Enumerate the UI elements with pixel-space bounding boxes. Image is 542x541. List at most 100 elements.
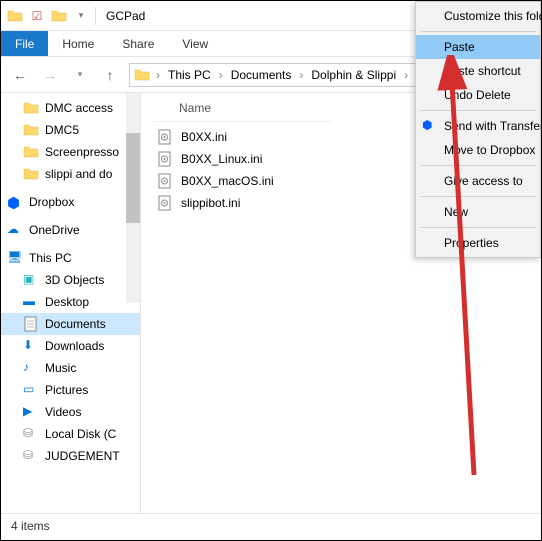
sidebar-label: Dropbox — [29, 195, 74, 209]
column-header-name[interactable]: Name — [153, 99, 333, 122]
file-name: B0XX_macOS.ini — [181, 174, 274, 188]
downloads-icon: ⬇ — [23, 338, 39, 354]
ctx-new[interactable]: New — [416, 200, 540, 224]
chevron-right-icon[interactable]: › — [297, 68, 305, 82]
recent-dropdown-icon[interactable]: ▾ — [69, 64, 91, 86]
ctx-customize[interactable]: Customize this fold — [416, 4, 540, 28]
sidebar-label: Music — [45, 361, 76, 375]
pictures-icon: ▭ — [23, 382, 39, 398]
sidebar-item[interactable]: ▣ 3D Objects — [1, 269, 140, 291]
folder-icon — [23, 166, 39, 182]
sidebar-item-documents[interactable]: Documents — [1, 313, 140, 335]
qat-properties-icon[interactable]: ☑ — [29, 8, 45, 24]
ctx-properties[interactable]: Properties — [416, 231, 540, 255]
sidebar-label: Downloads — [45, 339, 104, 353]
ctx-send-transfer[interactable]: ⬢ Send with Transfer. — [416, 114, 540, 138]
desktop-icon: ▬ — [23, 294, 39, 310]
sidebar-item[interactable]: ♪ Music — [1, 357, 140, 379]
3d-objects-icon: ▣ — [23, 272, 39, 288]
sidebar-label: slippi and do — [45, 167, 112, 181]
folder-icon — [23, 100, 39, 116]
sidebar-item[interactable]: DMC5 — [1, 119, 140, 141]
sidebar-label: Local Disk (C — [45, 427, 116, 441]
file-name: B0XX_Linux.ini — [181, 152, 262, 166]
ini-file-icon — [157, 173, 173, 189]
file-name: B0XX.ini — [181, 130, 227, 144]
sidebar-label: JUDGEMENT — [45, 449, 120, 463]
chevron-right-icon[interactable]: › — [217, 68, 225, 82]
folder-icon — [23, 122, 39, 138]
ctx-give-access[interactable]: Give access to — [416, 169, 540, 193]
ini-file-icon — [157, 195, 173, 211]
separator — [420, 165, 536, 166]
sidebar-scrollbar-thumb[interactable] — [126, 133, 140, 223]
dropbox-icon: ⬢ — [7, 194, 23, 210]
window-title: GCPad — [106, 9, 145, 23]
sidebar-label: OneDrive — [29, 223, 80, 237]
share-tab[interactable]: Share — [108, 31, 168, 56]
ctx-label: Send with Transfer. — [444, 119, 542, 133]
folder-icon — [23, 144, 39, 160]
sidebar-label: Documents — [45, 317, 106, 331]
sidebar-label: 3D Objects — [45, 273, 104, 287]
sidebar-item-dropbox[interactable]: ⬢ Dropbox — [1, 191, 140, 213]
sidebar-item-onedrive[interactable]: ☁ OneDrive — [1, 219, 140, 241]
sidebar-item[interactable]: slippi and do — [1, 163, 140, 185]
ctx-undo-delete[interactable]: Undo Delete — [416, 83, 540, 107]
navigation-sidebar: DMC access DMC5 Screenpresso slippi and … — [1, 93, 141, 513]
sidebar-label: DMC5 — [45, 123, 79, 137]
context-menu: Customize this fold Paste Paste shortcut… — [415, 1, 541, 258]
sidebar-item[interactable]: Screenpresso — [1, 141, 140, 163]
dropbox-icon: ⬢ — [422, 118, 436, 132]
sidebar-label: Videos — [45, 405, 81, 419]
ini-file-icon — [157, 129, 173, 145]
sidebar-item[interactable]: ⬇ Downloads — [1, 335, 140, 357]
file-tab[interactable]: File — [1, 31, 48, 56]
forward-button[interactable]: → — [39, 64, 61, 86]
music-icon: ♪ — [23, 360, 39, 376]
breadcrumb-seg[interactable]: Dolphin & Slippi — [309, 68, 398, 82]
videos-icon: ▶ — [23, 404, 39, 420]
ini-file-icon — [157, 151, 173, 167]
separator — [420, 110, 536, 111]
onedrive-icon: ☁ — [7, 222, 23, 238]
separator — [420, 196, 536, 197]
chevron-right-icon[interactable]: › — [154, 68, 162, 82]
ctx-paste-shortcut[interactable]: Paste shortcut — [416, 59, 540, 83]
separator — [420, 227, 536, 228]
pc-icon: 🖥 — [7, 250, 23, 266]
folder-icon — [134, 67, 150, 83]
sidebar-label: DMC access — [45, 101, 113, 115]
status-bar: 4 items — [1, 513, 541, 537]
sidebar-label: This PC — [29, 251, 72, 265]
sidebar-item[interactable]: ▭ Pictures — [1, 379, 140, 401]
disk-icon: ⛁ — [23, 448, 39, 464]
home-tab[interactable]: Home — [48, 31, 108, 56]
sidebar-label: Pictures — [45, 383, 88, 397]
disk-icon: ⛁ — [23, 426, 39, 442]
sidebar-label: Screenpresso — [45, 145, 119, 159]
view-tab[interactable]: View — [168, 31, 222, 56]
ctx-paste[interactable]: Paste — [416, 35, 540, 59]
folder-icon — [51, 8, 67, 24]
breadcrumb-seg[interactable]: Documents — [229, 68, 294, 82]
sidebar-item[interactable]: ▬ Desktop — [1, 291, 140, 313]
sidebar-item[interactable]: DMC access — [1, 97, 140, 119]
sidebar-item[interactable]: ⛁ Local Disk (C — [1, 423, 140, 445]
up-button[interactable]: ↑ — [99, 64, 121, 86]
sidebar-item[interactable]: ▶ Videos — [1, 401, 140, 423]
qat-dropdown-icon[interactable]: ▾ — [73, 8, 89, 24]
documents-icon — [23, 316, 39, 332]
ctx-move-dropbox[interactable]: Move to Dropbox — [416, 138, 540, 162]
breadcrumb-seg[interactable]: This PC — [166, 68, 213, 82]
item-count: 4 items — [11, 519, 50, 533]
folder-icon — [7, 8, 23, 24]
sidebar-label: Desktop — [45, 295, 89, 309]
sidebar-item-thispc[interactable]: 🖥 This PC — [1, 247, 140, 269]
separator — [420, 31, 536, 32]
back-button[interactable]: ← — [9, 64, 31, 86]
chevron-right-icon[interactable]: › — [402, 68, 410, 82]
sidebar-item[interactable]: ⛁ JUDGEMENT — [1, 445, 140, 467]
separator — [95, 7, 96, 25]
file-name: slippibot.ini — [181, 196, 240, 210]
